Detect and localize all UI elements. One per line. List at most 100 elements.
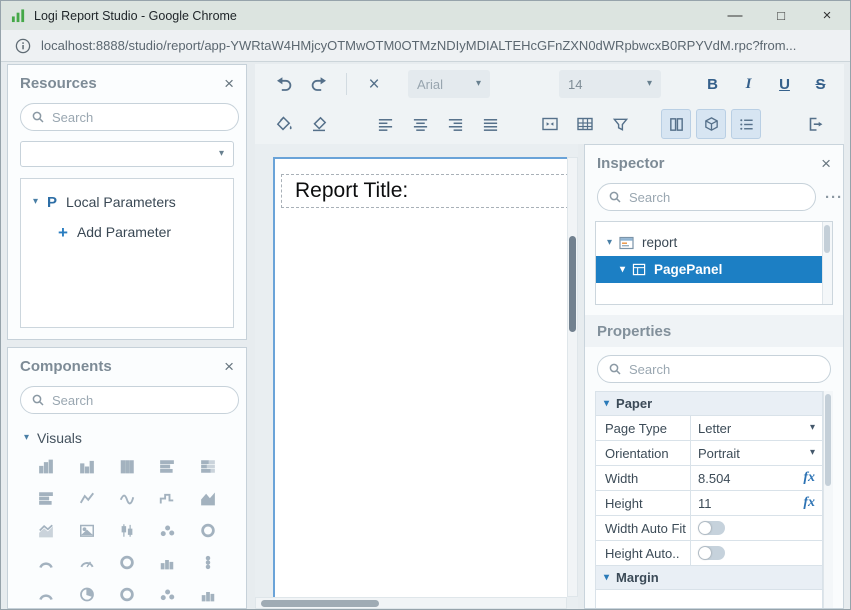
visual-list-bar-chart-icon[interactable] (34, 490, 58, 507)
visual-stacked-bar-chart-icon[interactable] (196, 458, 220, 475)
expander-icon[interactable]: ▾ (604, 399, 609, 409)
visual-bench-chart-icon[interactable] (155, 458, 179, 475)
align-right-button[interactable] (440, 109, 470, 139)
inspector-more-button[interactable]: ··· (825, 189, 843, 206)
visual-bubble-chart-icon[interactable] (155, 586, 179, 603)
address-bar[interactable]: localhost:8888/studio/report/app-YWRtaW4… (1, 30, 850, 62)
canvas-vertical-scrollbar[interactable] (567, 157, 578, 597)
resources-close-icon[interactable]: × (224, 75, 234, 92)
strikethrough-button[interactable]: S (804, 69, 837, 99)
visual-arc-chart-icon[interactable] (34, 554, 58, 571)
toggle-resources-view-button[interactable] (661, 109, 691, 139)
url-text[interactable]: localhost:8888/studio/report/app-YWRtaW4… (41, 38, 796, 53)
close-window-button[interactable]: × (804, 1, 850, 30)
visual-clustered-bar-chart-icon[interactable] (75, 458, 99, 475)
underline-button[interactable]: U (768, 69, 801, 99)
minimize-button[interactable]: — (712, 1, 758, 30)
visual-scatter-chart-icon[interactable] (155, 522, 179, 539)
align-center-button[interactable] (405, 109, 435, 139)
expander-icon[interactable]: ▾ (604, 573, 609, 583)
visual-histogram-chart-icon[interactable] (155, 554, 179, 571)
expander-icon[interactable]: ▾ (620, 265, 625, 275)
properties-search-input[interactable] (597, 355, 831, 383)
height-auto-fit-toggle[interactable] (698, 546, 725, 560)
insert-table-button[interactable] (570, 109, 600, 139)
inspector-close-icon[interactable]: × (821, 155, 831, 172)
tree-item-report[interactable]: ▾ report (596, 229, 822, 256)
align-left-button[interactable] (370, 109, 400, 139)
formula-fx-button[interactable]: fx (803, 495, 815, 511)
design-canvas[interactable]: Report Title: (255, 144, 578, 609)
orientation-dropdown[interactable]: Portrait ▾ (691, 441, 822, 465)
resources-type-dropdown[interactable]: ▾ (20, 141, 234, 167)
property-group-paper[interactable]: ▾ Paper (596, 392, 822, 416)
redo-button[interactable] (304, 69, 334, 99)
visual-more-options-icon[interactable] (196, 554, 220, 571)
expander-icon[interactable]: ▾ (33, 197, 38, 207)
visual-gauge-chart-icon[interactable] (75, 554, 99, 571)
height-value-field[interactable]: 11 fx (691, 491, 822, 515)
font-size-dropdown[interactable]: 14 ▾ (559, 70, 661, 98)
visual-spline-chart-icon[interactable] (115, 490, 139, 507)
visual-line-chart-icon[interactable] (75, 490, 99, 507)
visual-step-line-chart-icon[interactable] (155, 490, 179, 507)
scroll-thumb[interactable] (824, 225, 830, 253)
justify-button[interactable] (475, 109, 505, 139)
resources-search-field[interactable] (52, 110, 228, 125)
tree-item-local-parameters[interactable]: ▾ P Local Parameters (21, 187, 233, 217)
report-title-element[interactable]: Report Title: (281, 174, 569, 208)
inspector-search-field[interactable] (629, 190, 805, 205)
scroll-thumb[interactable] (825, 394, 831, 486)
remove-button[interactable]: × (359, 69, 389, 99)
report-page[interactable]: Report Title: (273, 157, 567, 597)
expander-icon[interactable]: ▾ (607, 238, 612, 248)
resources-search-input[interactable] (20, 103, 239, 131)
visual-radar-chart-icon[interactable] (34, 586, 58, 603)
vertical-scroll-thumb[interactable] (569, 236, 576, 332)
pagepanel-node-label: PagePanel (654, 262, 722, 277)
property-group-margin[interactable]: ▾ Margin (596, 566, 822, 590)
maximize-button[interactable]: □ (758, 1, 804, 30)
canvas-horizontal-scrollbar[interactable] (255, 597, 567, 609)
formula-fx-button[interactable]: fx (803, 470, 815, 486)
filter-button[interactable] (605, 109, 635, 139)
inspector-search-input[interactable] (597, 183, 816, 211)
toggle-inspector-view-button[interactable] (731, 109, 761, 139)
bold-button[interactable]: B (696, 69, 729, 99)
visual-picture-chart-icon[interactable] (75, 522, 99, 539)
properties-search-field[interactable] (629, 362, 820, 377)
visual-circle-chart-icon[interactable] (115, 554, 139, 571)
main-area: × Arial ▾ 14 ▾ B I U S (255, 64, 844, 609)
toggle-components-view-button[interactable] (696, 109, 726, 139)
components-search-field[interactable] (52, 393, 228, 408)
components-search-input[interactable] (20, 386, 239, 414)
inspector-tree-scrollbar[interactable] (822, 222, 832, 304)
width-value-field[interactable]: 8.504 fx (691, 466, 822, 490)
site-info-icon[interactable] (15, 38, 31, 54)
merge-cells-button[interactable] (535, 109, 565, 139)
tree-item-pagepanel[interactable]: ▾ PagePanel (596, 256, 822, 283)
visual-ring-chart-icon[interactable] (115, 586, 139, 603)
properties-scrollbar[interactable] (823, 391, 833, 608)
clear-format-button[interactable] (304, 109, 334, 139)
visual-column-chart-icon[interactable] (115, 458, 139, 475)
page-type-dropdown[interactable]: Letter ▾ (691, 416, 822, 440)
horizontal-scroll-thumb[interactable] (261, 600, 379, 607)
visual-area-chart-icon[interactable] (196, 490, 220, 507)
fill-color-button[interactable] (269, 109, 299, 139)
visuals-section-header[interactable]: ▾ Visuals (8, 420, 246, 454)
exit-studio-button[interactable] (800, 109, 830, 139)
italic-button[interactable]: I (732, 69, 765, 99)
add-parameter-button[interactable]: + Add Parameter (21, 217, 233, 247)
visual-heatmap-chart-icon[interactable] (196, 586, 220, 603)
visual-pie-chart-icon[interactable] (75, 586, 99, 603)
undo-button[interactable] (269, 69, 299, 99)
visual-stacked-area-chart-icon[interactable] (34, 522, 58, 539)
components-close-icon[interactable]: × (224, 358, 234, 375)
visual-candlestick-chart-icon[interactable] (115, 522, 139, 539)
expander-icon[interactable]: ▾ (24, 433, 29, 443)
visual-donut-chart-icon[interactable] (196, 522, 220, 539)
font-family-dropdown[interactable]: Arial ▾ (408, 70, 490, 98)
width-auto-fit-toggle[interactable] (698, 521, 725, 535)
visual-bar-chart-icon[interactable] (34, 458, 58, 475)
